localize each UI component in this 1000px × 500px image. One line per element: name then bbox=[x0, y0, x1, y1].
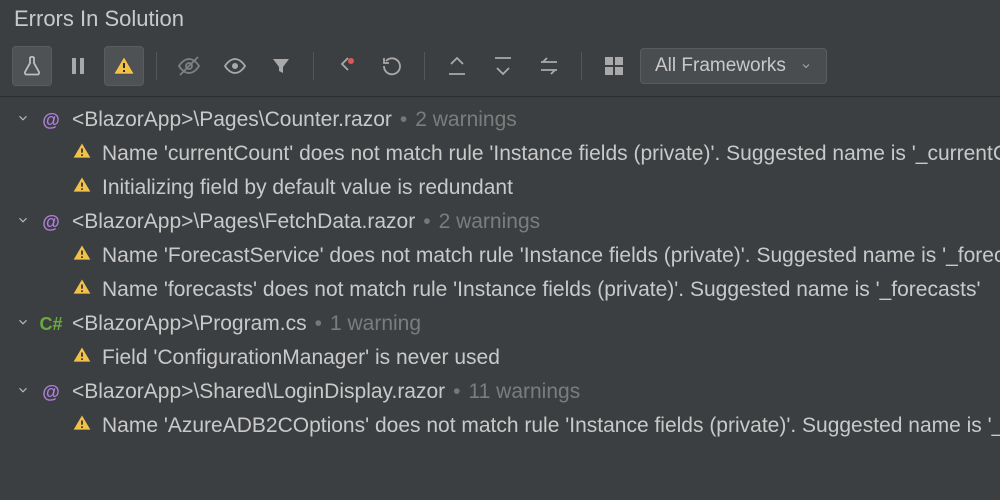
issue-row[interactable]: Name 'ForecastService' does not match ru… bbox=[6, 239, 1000, 273]
collapse-all-button[interactable] bbox=[483, 46, 523, 86]
issue-row[interactable]: Initializing field by default value is r… bbox=[6, 171, 1000, 205]
expand-all-icon bbox=[445, 54, 469, 78]
flask-icon bbox=[20, 54, 44, 78]
bullet: • bbox=[453, 380, 460, 404]
file-path: <BlazorApp>\Pages\FetchData.razor bbox=[72, 210, 415, 234]
file-path: <BlazorApp>\Pages\Counter.razor bbox=[72, 108, 392, 132]
bullet: • bbox=[315, 312, 322, 336]
file-path: <BlazorApp>\Program.cs bbox=[72, 312, 307, 336]
collapse-button[interactable] bbox=[529, 46, 569, 86]
issue-row[interactable]: Field 'ConfigurationManager' is never us… bbox=[6, 341, 1000, 375]
separator bbox=[156, 52, 157, 80]
file-row[interactable]: @ <BlazorApp>\Pages\Counter.razor • 2 wa… bbox=[6, 103, 1000, 137]
toolbar: All Frameworks bbox=[0, 42, 1000, 97]
chevron-down-icon bbox=[800, 60, 812, 72]
issue-text: Initializing field by default value is r… bbox=[102, 176, 513, 200]
separator bbox=[424, 52, 425, 80]
toggle-warnings-button[interactable] bbox=[104, 46, 144, 86]
hide-ignored-button[interactable] bbox=[169, 46, 209, 86]
warning-icon bbox=[72, 277, 92, 303]
chevron-down-icon bbox=[16, 211, 30, 233]
separator bbox=[581, 52, 582, 80]
previous-error-button[interactable] bbox=[326, 46, 366, 86]
issue-text: Field 'ConfigurationManager' is never us… bbox=[102, 346, 500, 370]
filter-icon bbox=[269, 54, 293, 78]
file-summary: 11 warnings bbox=[469, 380, 581, 404]
chevron-down-icon bbox=[16, 109, 30, 131]
issue-row[interactable]: Name 'forecasts' does not match rule 'In… bbox=[6, 273, 1000, 307]
file-row[interactable]: C# <BlazorApp>\Program.cs • 1 warning bbox=[6, 307, 1000, 341]
warning-icon bbox=[72, 243, 92, 269]
group-icon bbox=[602, 54, 626, 78]
eye-off-icon bbox=[177, 54, 201, 78]
refresh-icon bbox=[380, 54, 404, 78]
chevron-down-icon bbox=[16, 381, 30, 403]
file-summary: 2 warnings bbox=[415, 108, 517, 132]
issue-row[interactable]: Name 'currentCount' does not match rule … bbox=[6, 137, 1000, 171]
warning-icon bbox=[72, 345, 92, 371]
language-badge: @ bbox=[38, 110, 64, 131]
warning-icon bbox=[72, 141, 92, 167]
file-summary: 1 warning bbox=[330, 312, 421, 336]
language-badge: @ bbox=[38, 212, 64, 233]
refresh-button[interactable] bbox=[372, 46, 412, 86]
warning-icon bbox=[72, 413, 92, 439]
issue-text: Name 'ForecastService' does not match ru… bbox=[102, 244, 1000, 268]
issue-tree: @ <BlazorApp>\Pages\Counter.razor • 2 wa… bbox=[0, 97, 1000, 443]
warning-icon bbox=[112, 54, 136, 78]
collapse-icon bbox=[537, 54, 561, 78]
framework-label: All Frameworks bbox=[655, 55, 786, 77]
issue-text: Name 'AzureADB2COptions' does not match … bbox=[102, 414, 1000, 438]
file-path: <BlazorApp>\Shared\LoginDisplay.razor bbox=[72, 380, 445, 404]
prev-error-icon bbox=[334, 54, 358, 78]
panel-title: Errors In Solution bbox=[0, 0, 1000, 42]
file-row[interactable]: @ <BlazorApp>\Pages\FetchData.razor • 2 … bbox=[6, 205, 1000, 239]
filter-button[interactable] bbox=[261, 46, 301, 86]
file-row[interactable]: @ <BlazorApp>\Shared\LoginDisplay.razor … bbox=[6, 375, 1000, 409]
collapse-all-icon bbox=[491, 54, 515, 78]
issue-text: Name 'currentCount' does not match rule … bbox=[102, 142, 1000, 166]
reanalyze-button[interactable] bbox=[12, 46, 52, 86]
pause-icon bbox=[66, 54, 90, 78]
language-badge: C# bbox=[38, 314, 64, 335]
framework-select[interactable]: All Frameworks bbox=[640, 48, 827, 84]
language-badge: @ bbox=[38, 382, 64, 403]
group-by-button[interactable] bbox=[594, 46, 634, 86]
file-summary: 2 warnings bbox=[439, 210, 541, 234]
warning-icon bbox=[72, 175, 92, 201]
chevron-down-icon bbox=[16, 313, 30, 335]
issue-text: Name 'forecasts' does not match rule 'In… bbox=[102, 278, 980, 302]
pause-button[interactable] bbox=[58, 46, 98, 86]
expand-all-button[interactable] bbox=[437, 46, 477, 86]
bullet: • bbox=[400, 108, 407, 132]
separator bbox=[313, 52, 314, 80]
issue-row[interactable]: Name 'AzureADB2COptions' does not match … bbox=[6, 409, 1000, 443]
show-preview-button[interactable] bbox=[215, 46, 255, 86]
eye-icon bbox=[223, 54, 247, 78]
bullet: • bbox=[423, 210, 430, 234]
